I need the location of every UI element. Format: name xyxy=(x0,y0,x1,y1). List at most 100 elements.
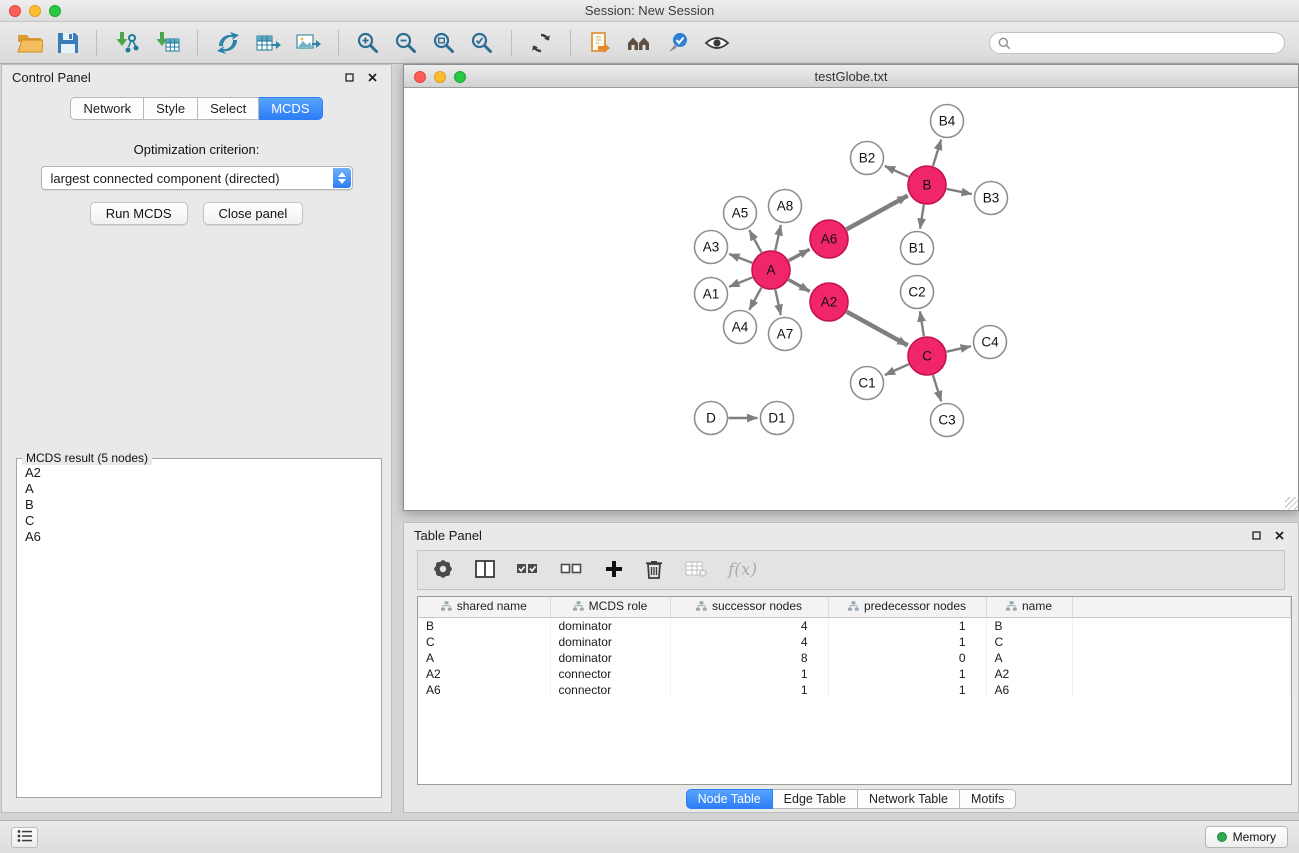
column-header[interactable]: shared name xyxy=(418,597,550,617)
network-node[interactable]: B2 xyxy=(851,142,884,175)
network-node[interactable]: A xyxy=(752,251,790,289)
table-cell[interactable]: A2 xyxy=(418,666,550,682)
network-node[interactable]: A3 xyxy=(695,231,728,264)
deselect-all-button[interactable] xyxy=(558,558,586,583)
zoom-window-button[interactable] xyxy=(49,5,61,17)
table-cell[interactable]: dominator xyxy=(550,650,670,666)
table-cell[interactable]: A xyxy=(986,650,1072,666)
table-close-panel-button[interactable] xyxy=(1271,526,1288,545)
table-row[interactable]: A2connector11A2 xyxy=(418,666,1291,682)
network-node[interactable]: A6 xyxy=(810,220,848,258)
network-edge[interactable] xyxy=(920,205,924,229)
network-node[interactable]: C4 xyxy=(974,326,1007,359)
table-cell[interactable]: 1 xyxy=(828,682,986,698)
save-button[interactable] xyxy=(53,30,83,56)
table-cell[interactable]: C xyxy=(986,634,1072,650)
network-edge[interactable] xyxy=(947,346,971,351)
table-cell[interactable]: A xyxy=(418,650,550,666)
network-node[interactable]: B3 xyxy=(975,182,1008,215)
network-node[interactable]: C xyxy=(908,337,946,375)
table-float-panel-button[interactable] xyxy=(1248,526,1265,545)
network-window-titlebar[interactable]: testGlobe.txt xyxy=(404,65,1298,88)
mcds-result-item[interactable]: C xyxy=(20,513,378,529)
zoom-fit-button[interactable] xyxy=(428,29,460,57)
network-edge[interactable] xyxy=(789,249,810,260)
network-node[interactable]: B1 xyxy=(901,232,934,265)
network-edge[interactable] xyxy=(729,277,752,286)
eye-button[interactable] xyxy=(700,29,734,57)
mcds-result-list[interactable]: A2ABCA6 xyxy=(20,465,378,794)
table-cell[interactable]: B xyxy=(986,617,1072,634)
select-all-button[interactable] xyxy=(514,558,542,583)
task-history-button[interactable] xyxy=(11,827,38,848)
table-tab-motifs[interactable]: Motifs xyxy=(960,789,1016,809)
table-cell[interactable]: dominator xyxy=(550,634,670,650)
tab-network[interactable]: Network xyxy=(70,97,144,120)
network-node[interactable]: A4 xyxy=(724,311,757,344)
columns-button[interactable] xyxy=(472,557,498,584)
network-node[interactable]: A5 xyxy=(724,197,757,230)
table-tab-edge-table[interactable]: Edge Table xyxy=(773,789,858,809)
close-panel-action-button[interactable]: Close panel xyxy=(203,202,304,225)
network-edge[interactable] xyxy=(775,225,781,250)
close-window-button[interactable] xyxy=(9,5,21,17)
table-row[interactable]: Cdominator41C xyxy=(418,634,1291,650)
table-cell[interactable]: dominator xyxy=(550,617,670,634)
network-edge[interactable] xyxy=(947,189,972,194)
zoom-in-button[interactable] xyxy=(352,29,384,57)
network-edge[interactable] xyxy=(920,311,924,336)
network-edge[interactable] xyxy=(749,288,761,310)
style-check-button[interactable] xyxy=(662,29,694,57)
network-edge[interactable] xyxy=(847,312,908,346)
table-cell[interactable]: connector xyxy=(550,682,670,698)
network-edge[interactable] xyxy=(885,166,909,177)
column-header[interactable]: MCDS role xyxy=(550,597,670,617)
import-network-button[interactable] xyxy=(110,29,144,57)
run-mcds-button[interactable]: Run MCDS xyxy=(90,202,188,225)
network-node[interactable]: A8 xyxy=(769,190,802,223)
network-edge[interactable] xyxy=(729,254,752,263)
search-input[interactable] xyxy=(989,32,1285,54)
network-edge[interactable] xyxy=(847,196,908,230)
zoom-out-button[interactable] xyxy=(390,29,422,57)
table-tab-network-table[interactable]: Network Table xyxy=(858,789,960,809)
network-node[interactable]: B4 xyxy=(931,105,964,138)
resize-grip[interactable] xyxy=(1285,497,1298,510)
table-cell[interactable]: 4 xyxy=(670,634,828,650)
table-cell[interactable]: 1 xyxy=(670,682,828,698)
zoom-selected-button[interactable] xyxy=(466,29,498,57)
network-edge[interactable] xyxy=(775,290,781,315)
tab-mcds[interactable]: MCDS xyxy=(259,97,322,120)
table-tab-node-table[interactable]: Node Table xyxy=(686,789,773,809)
table-cell[interactable]: connector xyxy=(550,666,670,682)
session-document-button[interactable] xyxy=(584,29,616,57)
tab-style[interactable]: Style xyxy=(144,97,198,120)
gear-button[interactable] xyxy=(430,556,456,585)
network-node[interactable]: A2 xyxy=(810,283,848,321)
network-node[interactable]: A1 xyxy=(695,278,728,311)
tab-select[interactable]: Select xyxy=(198,97,259,120)
optimization-criterion-dropdown[interactable]: largest connected component (directed) xyxy=(41,166,353,190)
minimize-window-button[interactable] xyxy=(29,5,41,17)
add-row-button[interactable] xyxy=(602,557,626,584)
network-canvas[interactable]: B4B2BB3A5A8A6A3B1AC2A1A2A4A7C4CC1C3DD1 xyxy=(404,88,1298,510)
delete-row-button[interactable] xyxy=(642,556,666,585)
float-panel-button[interactable] xyxy=(341,68,358,87)
export-network-button[interactable] xyxy=(211,29,245,57)
network-edge[interactable] xyxy=(933,375,941,401)
network-node[interactable]: C2 xyxy=(901,276,934,309)
table-cell[interactable]: A6 xyxy=(418,682,550,698)
network-close-button[interactable] xyxy=(414,71,426,83)
network-edge[interactable] xyxy=(933,140,941,166)
mcds-result-item[interactable]: B xyxy=(20,497,378,513)
network-node[interactable]: D xyxy=(695,402,728,435)
import-table-button[interactable] xyxy=(150,29,184,57)
table-cell[interactable]: 1 xyxy=(828,617,986,634)
mcds-result-item[interactable]: A6 xyxy=(20,529,378,545)
network-edge[interactable] xyxy=(885,364,909,375)
network-node[interactable]: B xyxy=(908,166,946,204)
first-neighbors-button[interactable] xyxy=(622,29,656,57)
table-cell[interactable]: 4 xyxy=(670,617,828,634)
memory-button[interactable]: Memory xyxy=(1205,826,1288,848)
table-cell[interactable]: B xyxy=(418,617,550,634)
